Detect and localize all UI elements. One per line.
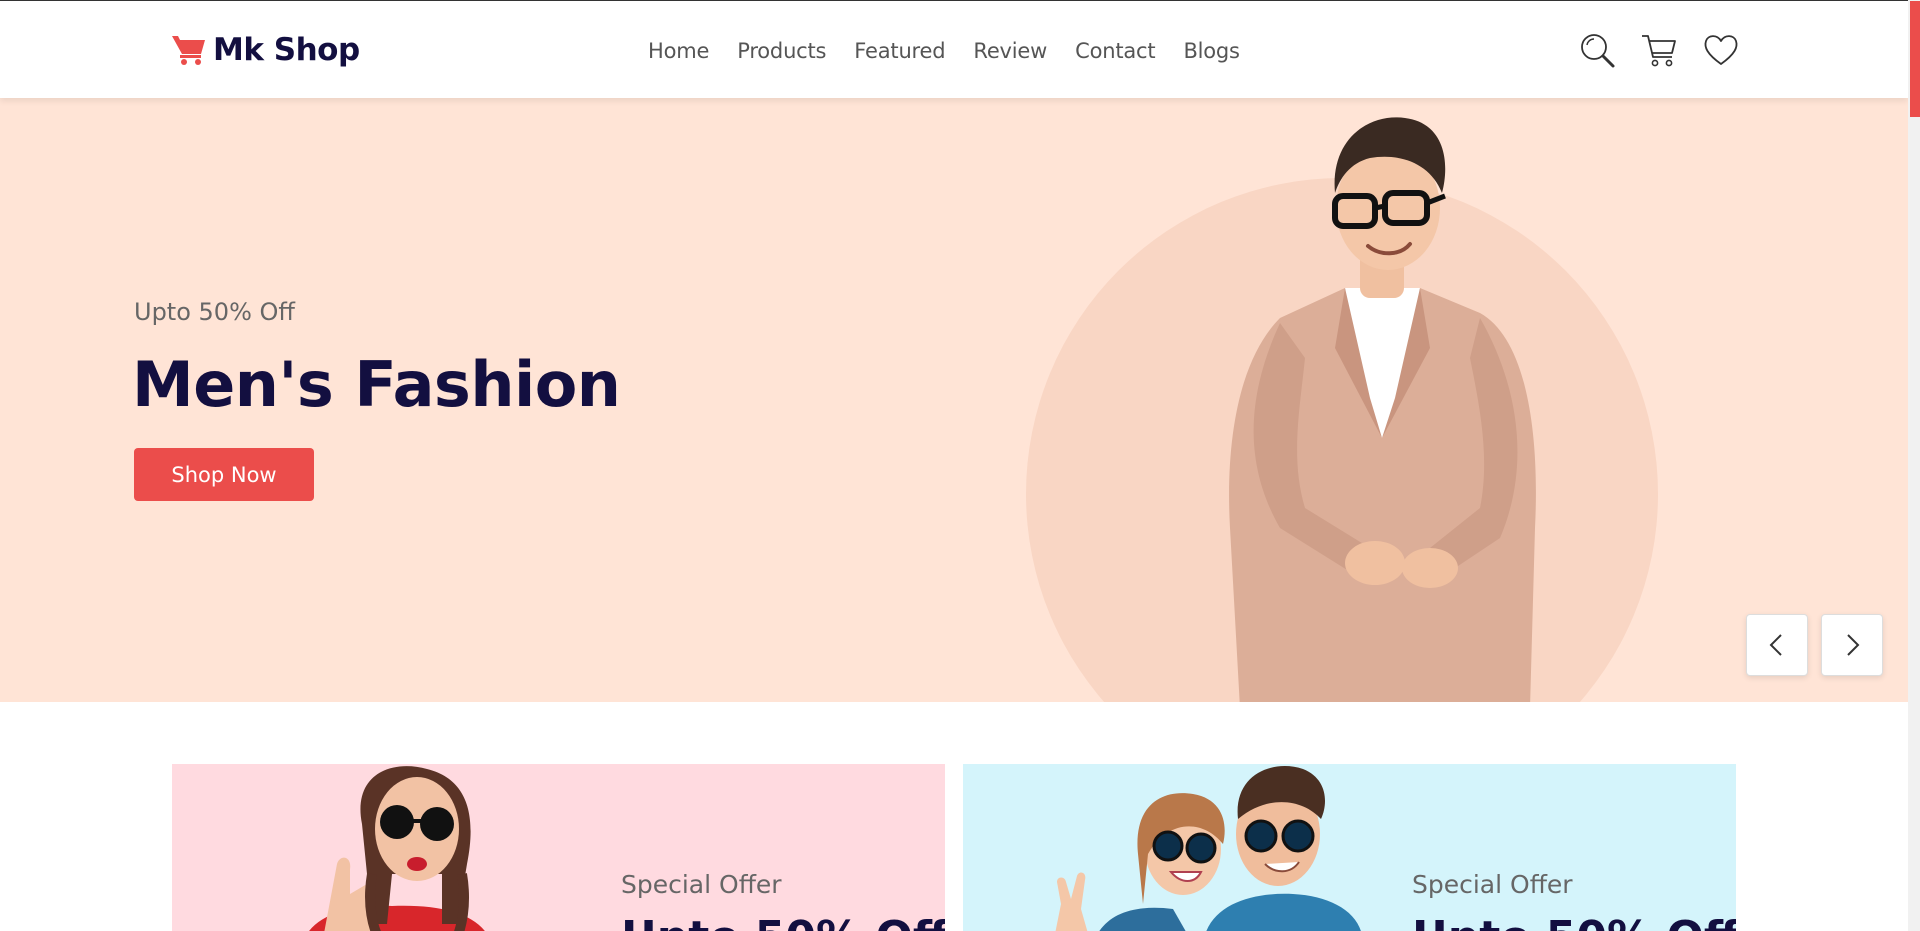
nav-contact[interactable]: Contact	[1075, 39, 1156, 63]
hero-slide: Upto 50% Off Men's Fashion Shop Now	[0, 98, 1908, 702]
nav-review[interactable]: Review	[973, 39, 1047, 63]
cart-icon[interactable]	[1640, 31, 1678, 69]
search-icon[interactable]	[1578, 31, 1616, 69]
logo-link[interactable]: Mk Shop	[171, 27, 360, 73]
heart-icon[interactable]	[1702, 31, 1740, 69]
hero-model-image	[1229, 117, 1536, 702]
nav-products[interactable]: Products	[737, 39, 826, 63]
offer-banner-couple[interactable]: Special Offer Upto 50% Off	[963, 764, 1736, 931]
brand-name: Mk Shop	[213, 32, 360, 68]
nav-home[interactable]: Home	[648, 39, 709, 63]
banner-model-image	[309, 766, 485, 931]
header-icons	[1578, 30, 1740, 70]
offer-banner-women[interactable]: Special Offer Upto 50% Off	[172, 764, 945, 931]
chevron-left-icon	[1769, 634, 1782, 656]
page-scrollbar[interactable]	[1908, 0, 1920, 931]
banner-subtitle: Special Offer	[621, 870, 782, 899]
nav-featured[interactable]: Featured	[854, 39, 945, 63]
scrollbar-thumb[interactable]	[1910, 1, 1920, 117]
page: Mk Shop Home Products Featured Review Co…	[0, 0, 1920, 931]
hero-title: Men's Fashion	[132, 348, 621, 421]
slider-next-button[interactable]	[1821, 614, 1883, 676]
banner-title: Upto 50% Off	[1412, 912, 1736, 931]
nav-blogs[interactable]: Blogs	[1183, 39, 1240, 63]
banner-subtitle: Special Offer	[1412, 870, 1573, 899]
slider-prev-button[interactable]	[1746, 614, 1808, 676]
main-nav: Home Products Featured Review Contact Bl…	[648, 31, 1240, 71]
banner-couple-image	[1055, 766, 1361, 931]
site-header: Mk Shop Home Products Featured Review Co…	[0, 0, 1908, 98]
shopping-cart-icon	[172, 36, 205, 65]
chevron-right-icon	[1847, 634, 1860, 656]
shop-now-button[interactable]: Shop Now	[134, 448, 314, 501]
hero-subtitle: Upto 50% Off	[134, 298, 295, 326]
banner-title: Upto 50% Off	[621, 912, 945, 931]
